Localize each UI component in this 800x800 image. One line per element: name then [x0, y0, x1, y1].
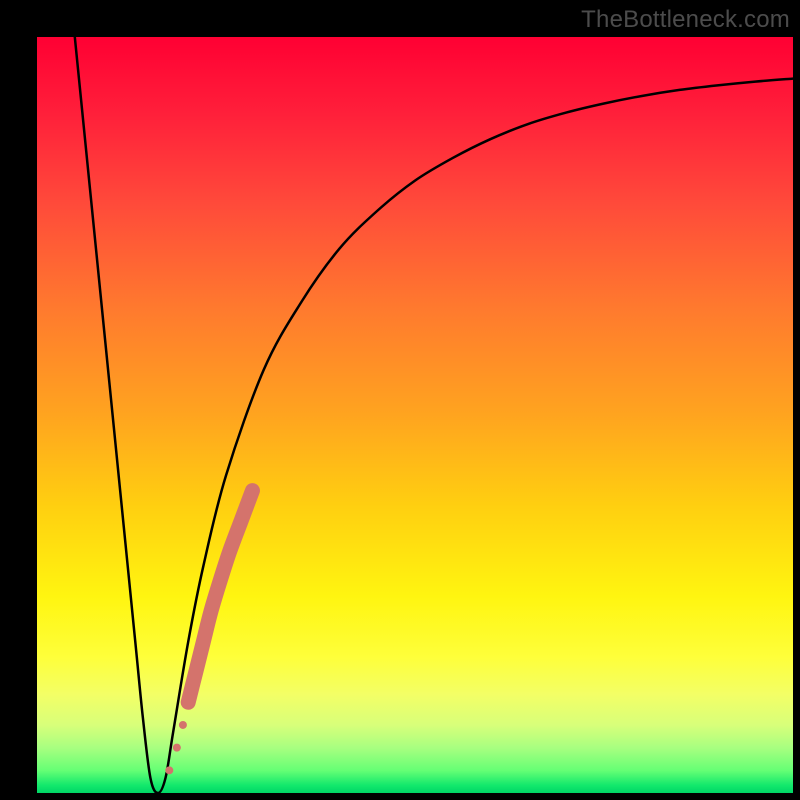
watermark-text: TheBottleneck.com — [581, 6, 790, 34]
plot-area — [37, 37, 793, 793]
highlight-dot — [173, 744, 181, 752]
chart-overlay — [37, 37, 793, 793]
chart-frame: TheBottleneck.com — [0, 0, 800, 800]
bottleneck-curve — [75, 37, 793, 793]
highlight-dot — [179, 721, 187, 729]
highlight-dot — [165, 766, 173, 774]
